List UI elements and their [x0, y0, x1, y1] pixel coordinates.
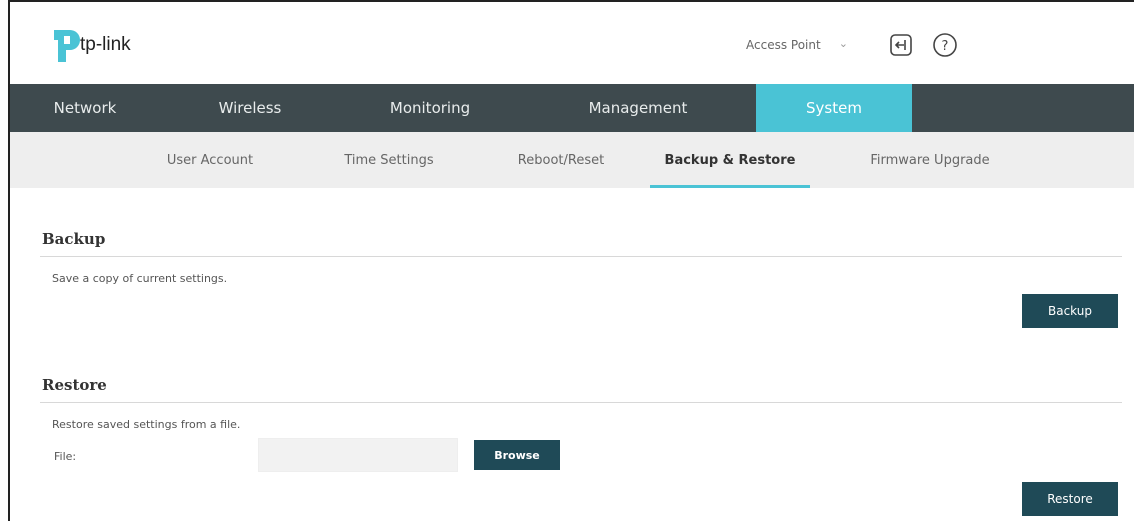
nav-item-label: Network	[53, 99, 117, 117]
tab-backup-restore[interactable]: Backup & Restore	[650, 132, 810, 188]
tab-firmware-upgrade[interactable]: Firmware Upgrade	[850, 132, 1010, 188]
backup-description: Save a copy of current settings.	[52, 272, 228, 285]
file-label: File:	[54, 450, 77, 463]
logout-icon[interactable]	[888, 32, 914, 58]
active-tab-indicator	[650, 185, 810, 188]
backup-section-title: Backup	[42, 230, 106, 248]
tab-label: Time Settings	[344, 152, 434, 168]
nav-item-label: System	[806, 99, 862, 117]
tab-label: Backup & Restore	[664, 152, 796, 168]
browse-button[interactable]: Browse	[474, 440, 560, 470]
nav-item-network[interactable]: Network	[10, 84, 160, 132]
backup-button[interactable]: Backup	[1022, 294, 1118, 328]
nav-item-management[interactable]: Management	[520, 84, 756, 132]
file-path-input[interactable]	[258, 438, 458, 472]
restore-button[interactable]: Restore	[1022, 482, 1118, 516]
divider	[40, 256, 1122, 257]
nav-item-label: Monitoring	[389, 99, 471, 117]
tab-time-settings[interactable]: Time Settings	[316, 132, 462, 188]
logo-text: tp-link	[80, 34, 131, 55]
help-icon[interactable]: ?	[932, 32, 958, 58]
restore-description: Restore saved settings from a file.	[52, 418, 241, 431]
tab-label: User Account	[166, 152, 254, 168]
chevron-down-icon: ⌄	[838, 37, 848, 50]
nav-item-label: Management	[588, 99, 688, 117]
divider	[40, 402, 1122, 403]
nav-item-label: Wireless	[218, 99, 282, 117]
tab-reboot-reset[interactable]: Reboot/Reset	[494, 132, 628, 188]
tp-link-logo: tp-link	[50, 26, 190, 70]
sub-nav: User Account Time Settings Reboot/Reset …	[10, 132, 1134, 188]
tab-label: Reboot/Reset	[517, 152, 605, 168]
mode-select[interactable]: Access Point ⌄	[730, 30, 862, 60]
main-nav: Network Wireless Monitoring Management S…	[10, 84, 1134, 132]
tab-user-account[interactable]: User Account	[140, 132, 280, 188]
mode-select-value: Access Point	[746, 38, 821, 52]
app-window: tp-link Access Point ⌄ ? Network Wireles…	[8, 0, 1134, 521]
tp-link-logo-icon	[54, 30, 80, 62]
restore-section-title: Restore	[42, 376, 107, 394]
svg-text:?: ?	[942, 39, 949, 54]
header: tp-link Access Point ⌄ ?	[10, 2, 1134, 84]
nav-item-system[interactable]: System	[756, 84, 912, 132]
tab-label: Firmware Upgrade	[870, 152, 990, 168]
nav-item-wireless[interactable]: Wireless	[160, 84, 340, 132]
nav-item-monitoring[interactable]: Monitoring	[340, 84, 520, 132]
